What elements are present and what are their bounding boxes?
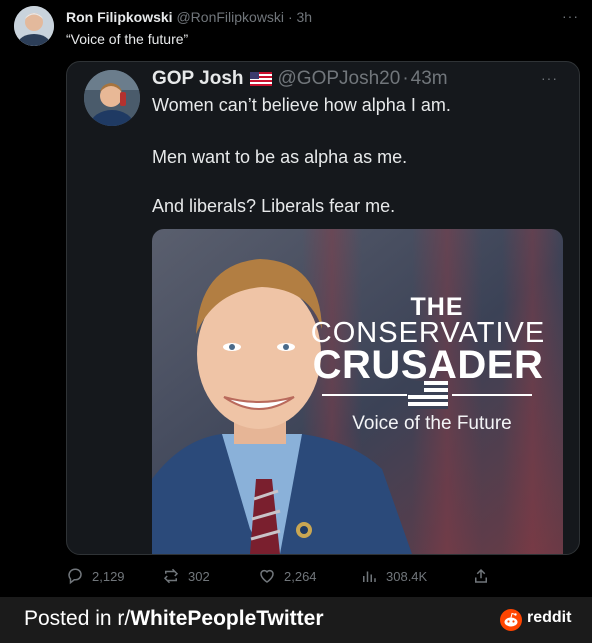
repost-icon bbox=[163, 568, 179, 584]
quoted-author-name[interactable]: GOP Josh bbox=[152, 68, 244, 90]
share-icon bbox=[475, 568, 487, 583]
outer-more-icon[interactable]: ··· bbox=[562, 8, 579, 24]
views-icon bbox=[363, 571, 376, 582]
reddit-icon bbox=[500, 609, 522, 631]
reply-icon bbox=[68, 568, 82, 585]
reddit-wordmark: reddit bbox=[527, 609, 572, 626]
outer-timestamp[interactable]: 3h bbox=[297, 9, 313, 25]
engagement-bar: 2,129 302 2,264 308.4K bbox=[0, 562, 592, 592]
promo-subtitle: Voice of the Future bbox=[352, 413, 512, 434]
like-count: 2,264 bbox=[284, 568, 317, 584]
quoted-text-line-3: And liberals? Liberals fear me. bbox=[152, 196, 396, 216]
outer-tweet-text: “Voice of the future” bbox=[66, 31, 189, 47]
reddit-footer: Posted in r/WhitePeopleTwitter reddit bbox=[0, 597, 592, 643]
posted-in-label[interactable]: Posted in r/WhitePeopleTwitter bbox=[24, 607, 324, 631]
quoted-tweet-header: GOP Josh @GOPJosh20 · 43m bbox=[152, 68, 448, 90]
share-button[interactable] bbox=[472, 567, 490, 585]
quoted-avatar[interactable] bbox=[84, 70, 140, 126]
posted-in-prefix: Posted in r/ bbox=[24, 607, 131, 630]
outer-author-name[interactable]: Ron Filipkowski bbox=[66, 9, 173, 25]
quoted-text-line-2: Men want to be as alpha as me. bbox=[152, 147, 408, 167]
us-flag-icon bbox=[249, 72, 272, 86]
reply-count: 2,129 bbox=[92, 568, 125, 584]
quoted-tweet-card[interactable]: GOP Josh @GOPJosh20 · 43m ··· Women can’… bbox=[66, 61, 580, 555]
promo-title-crusader: CRUSADER bbox=[312, 343, 544, 387]
repost-count: 302 bbox=[188, 568, 210, 584]
quoted-tweet-image[interactable]: THE CONSERVATIVE CRUSADER Voice of the F… bbox=[152, 229, 563, 554]
outer-tweet-header: Ron Filipkowski @RonFilipkowski · 3h bbox=[66, 9, 312, 25]
outer-author-handle[interactable]: @RonFilipkowski bbox=[176, 9, 284, 25]
quoted-text-line-1: Women can’t believe how alpha I am. bbox=[152, 95, 451, 115]
subreddit-name: WhitePeopleTwitter bbox=[130, 607, 324, 630]
like-button[interactable]: 2,264 bbox=[258, 567, 317, 585]
quoted-author-handle[interactable]: @GOPJosh20 bbox=[278, 68, 401, 90]
promo-background bbox=[152, 229, 563, 554]
views-button[interactable]: 308.4K bbox=[360, 567, 427, 585]
repost-button[interactable]: 302 bbox=[162, 567, 210, 585]
views-count: 308.4K bbox=[386, 568, 428, 584]
quoted-more-icon[interactable]: ··· bbox=[541, 70, 558, 86]
quoted-timestamp[interactable]: 43m bbox=[411, 68, 448, 90]
outer-separator: · bbox=[287, 9, 293, 25]
like-icon bbox=[260, 569, 274, 583]
reply-button[interactable]: 2,129 bbox=[66, 567, 125, 585]
quoted-separator: · bbox=[402, 68, 409, 89]
outer-avatar[interactable] bbox=[14, 6, 54, 46]
